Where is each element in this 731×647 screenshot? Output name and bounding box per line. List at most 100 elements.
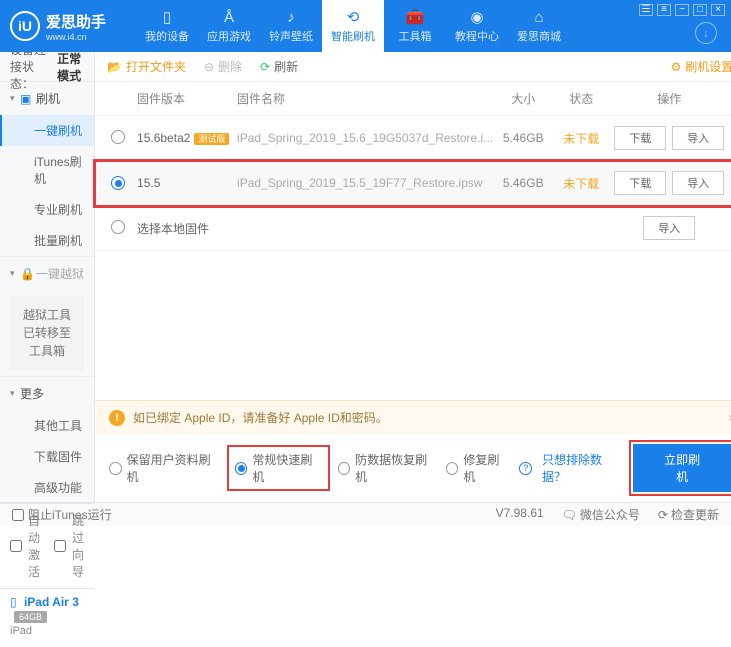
sidebar-item-advanced[interactable]: 高级功能 [0,472,94,503]
warning-bar: ! 如已绑定 Apple ID，请准备好 Apple ID和密码。 × [95,400,731,434]
nav-tutorials[interactable]: ◉ 教程中心 [446,0,508,52]
radio[interactable] [446,462,459,475]
check-update-button[interactable]: ⟳检查更新 [658,506,719,523]
wechat-button[interactable]: 🗨微信公众号 [562,506,640,523]
import-button[interactable]: 导入 [643,216,695,240]
mode-keep-data[interactable]: 保留用户资料刷机 [109,451,219,485]
download-button[interactable]: 下载 [614,171,666,195]
version-text: 15.5 [137,176,160,190]
flash-now-button[interactable]: 立即刷机 [633,444,731,492]
nav-label: 智能刷机 [331,28,375,44]
row-radio[interactable] [111,220,125,234]
sidebar-item-itunes[interactable]: iTunes刷机 [0,146,94,194]
minimize-button[interactable]: − [675,4,689,16]
gear-icon: ⚙ [670,60,681,74]
sidebar-flash-header[interactable]: ▾▣刷机 [0,82,94,115]
radio[interactable] [109,462,122,475]
sidebar-more-header[interactable]: ▾更多 [0,377,94,410]
device-storage: 64GB [14,611,47,623]
refresh-button[interactable]: ⟳刷新 [260,58,298,75]
flash-options: 保留用户资料刷机 常规快速刷机 防数据恢复刷机 修复刷机 ? 只想排除数据？ 立… [95,434,731,502]
connection-status: 设备连接状态：正常模式 [0,52,94,82]
sidebar-item-batch[interactable]: 批量刷机 [0,225,94,256]
store-icon: ⌂ [534,9,543,26]
label: 微信公众号 [580,506,640,523]
mode-repair[interactable]: 修复刷机 [446,451,510,485]
flash-settings-button[interactable]: ⚙ 刷机设置 [670,58,731,75]
col-status: 状态 [553,90,609,107]
sidebar-item-onekey[interactable]: 一键刷机 [0,115,94,146]
firmware-row[interactable]: 15.5 iPad_Spring_2019_15.5_19F77_Restore… [95,161,731,206]
label: 检查更新 [671,506,719,523]
open-folder-button[interactable]: 📂打开文件夹 [107,58,186,75]
label: 删除 [218,58,242,75]
device-type: iPad [10,625,84,637]
nav-label: 教程中心 [455,28,499,44]
help-icon[interactable]: ? [519,462,532,475]
size: 5.46GB [493,176,553,190]
exclude-data-link[interactable]: 只想排除数据？ [542,451,623,485]
resize-icon[interactable]: ≡ [657,4,671,16]
mode-anti-recovery[interactable]: 防数据恢复刷机 [338,451,436,485]
nav-label: 应用游戏 [207,28,251,44]
nav-ringtones[interactable]: ♪ 铃声壁纸 [260,0,322,52]
sidebar-item-download[interactable]: 下载固件 [0,441,94,472]
download-indicator-icon[interactable]: ↓ [695,22,717,44]
import-button[interactable]: 导入 [672,171,724,195]
nav-flash[interactable]: ⟲智能刷机 [322,0,384,52]
filename: iPad_Spring_2019_15.6_19G5037d_Restore.i… [237,131,493,145]
header-label: 更多 [20,385,44,402]
sidebar-jailbreak-header[interactable]: ▾🔒一键越狱 [0,257,94,290]
app-icon: Å [224,9,234,26]
row-radio[interactable] [111,130,125,144]
local-firmware-row[interactable]: 选择本地固件 导入 [95,206,731,251]
mode-normal[interactable]: 常规快速刷机 [229,447,328,489]
radio[interactable] [338,462,351,475]
label: 刷机设置 [685,58,731,75]
maximize-button[interactable]: □ [693,4,707,16]
logo-icon: iU [10,11,40,41]
status: 未下载 [553,130,609,147]
sidebar: 设备连接状态：正常模式 ▾▣刷机 一键刷机 iTunes刷机 专业刷机 批量刷机… [0,52,95,502]
label: 保留用户资料刷机 [127,451,219,485]
nav-apps[interactable]: Å 应用游戏 [198,0,260,52]
firmware-row[interactable]: 15.6beta2测试版 iPad_Spring_2019_15.6_19G50… [95,116,731,161]
app-version: V7.98.61 [496,506,544,523]
col-name: 固件名称 [237,90,493,107]
warning-text: 如已绑定 Apple ID，请准备好 Apple ID和密码。 [133,409,388,426]
help-icon: ◉ [470,8,483,26]
close-button[interactable]: × [711,4,725,16]
sidebar-item-other[interactable]: 其他工具 [0,410,94,441]
statusbar: 阻止iTunes运行 V7.98.61 🗨微信公众号 ⟳检查更新 [0,502,731,526]
import-button[interactable]: 导入 [672,126,724,150]
nav-label: 工具箱 [399,28,432,44]
block-itunes-label: 阻止iTunes运行 [28,506,112,523]
music-icon: ♪ [287,9,295,26]
nav-label: 铃声壁纸 [269,28,313,44]
radio[interactable] [235,462,248,475]
col-size: 大小 [493,90,553,107]
app-url: www.i4.cn [46,32,106,42]
update-icon: ⟳ [658,508,668,522]
chevron-down-icon: ▾ [10,93,20,104]
download-button[interactable]: 下载 [614,126,666,150]
device-panel[interactable]: ▯ iPad Air 3 64GB iPad [0,588,94,647]
col-actions: 操作 [609,90,729,107]
header-label: 刷机 [36,90,60,107]
row-radio[interactable] [111,176,125,190]
size: 5.46GB [493,131,553,145]
menu-icon[interactable]: ☰ [639,4,653,16]
delete-button[interactable]: ⊖删除 [204,58,242,75]
titlebar: iU 爱思助手 www.i4.cn ▯我的设备 Å应用游戏 ♪铃声壁纸 ⟲智能刷… [0,0,731,52]
device-name: iPad Air 3 [24,595,79,609]
nav-label: 我的设备 [145,28,189,44]
sidebar-item-pro[interactable]: 专业刷机 [0,194,94,225]
block-itunes-checkbox[interactable] [12,509,24,521]
nav-toolbox[interactable]: 🧰工具箱 [384,0,446,52]
skip-wizard-checkbox[interactable] [54,540,66,552]
auto-activate-checkbox[interactable] [10,540,22,552]
status: 未下载 [553,175,609,192]
local-label: 选择本地固件 [137,220,609,237]
nav-store[interactable]: ⌂爱思商城 [508,0,570,52]
nav-my-device[interactable]: ▯我的设备 [136,0,198,52]
